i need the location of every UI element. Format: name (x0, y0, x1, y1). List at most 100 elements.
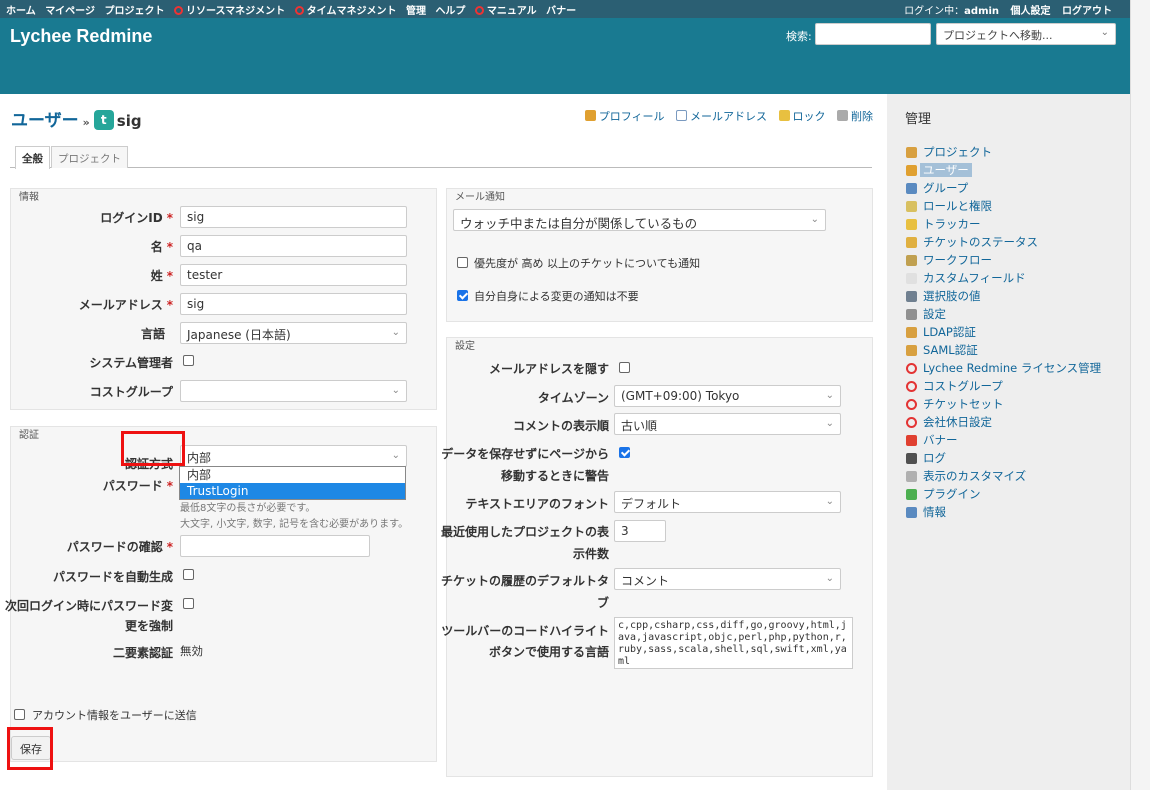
saml-icon (906, 345, 917, 356)
sidebar-item-holidays[interactable]: 会社休日設定 (905, 413, 1112, 431)
hide-mail-checkbox[interactable] (619, 362, 630, 373)
mail-notification-select[interactable]: ウォッチ中または自分が関係しているもの ⌄ (453, 209, 826, 231)
login-user[interactable]: admin (964, 6, 999, 17)
sidebar-item-log[interactable]: ログ (905, 449, 1112, 467)
info-icon (906, 507, 917, 518)
sidebar-item-saml[interactable]: SAML認証 (905, 341, 1112, 359)
chevron-down-icon: ⌄ (825, 418, 834, 429)
menu-manual[interactable]: マニュアル (474, 6, 537, 17)
timezone-select[interactable]: (GMT+09:00) Tokyo ⌄ (614, 385, 841, 407)
sidebar-item-issue-sets[interactable]: チケットセット (905, 395, 1112, 413)
admin-checkbox[interactable] (183, 355, 194, 366)
generate-password-label: パスワードを自動生成 (52, 570, 173, 584)
menu-admin[interactable]: 管理 (406, 6, 426, 17)
menu-my-page[interactable]: マイページ (45, 6, 95, 17)
auth-mode-select[interactable]: 内部 ⌄ (180, 445, 407, 467)
sidebar-item-users[interactable]: ユーザー (905, 161, 1112, 179)
high-priority-label: 優先度が 高め 以上のチケットについても通知 (474, 257, 701, 270)
menu-banner[interactable]: バナー (546, 6, 576, 17)
sidebar-item-groups[interactable]: グループ (905, 179, 1112, 197)
menu-time-management[interactable]: タイムマネジメント (294, 6, 396, 17)
sidebar-item-projects[interactable]: プロジェクト (905, 143, 1112, 161)
toolbar-languages-textarea[interactable]: c,cpp,csharp,css,diff,go,groovy,html,jav… (614, 617, 853, 669)
toolbar-languages-label: ツールバーのコードハイライト (441, 624, 609, 638)
app-title[interactable]: Lychee Redmine (10, 26, 152, 47)
login-input[interactable]: sig (180, 206, 407, 228)
force-change-checkbox[interactable] (183, 598, 194, 609)
top-menu-left: ホーム マイページ プロジェクト リソースマネジメント タイムマネジメント 管理… (6, 2, 582, 17)
menu-resource-management[interactable]: リソースマネジメント (173, 6, 285, 17)
history-tab-label-2: ブ (596, 596, 609, 610)
auth-option-trustlogin[interactable]: TrustLogin (180, 483, 405, 499)
avatar: t (93, 110, 114, 130)
sidebar-item-license[interactable]: Lychee Redmine ライセンス管理 (905, 359, 1112, 377)
lock-action[interactable]: ロック (778, 110, 826, 123)
cost-group-select[interactable]: ⌄ (180, 380, 407, 402)
sidebar-item-info[interactable]: 情報 (905, 503, 1112, 521)
history-tab-select[interactable]: コメント ⌄ (614, 568, 841, 590)
plugins-icon (906, 489, 917, 500)
search-input[interactable] (815, 23, 931, 45)
sidebar-item-label: 表示のカスタマイズ (923, 469, 1027, 483)
sidebar-item-label: 設定 (923, 307, 946, 321)
mail-fieldset: メール通知 ウォッチ中または自分が関係しているもの ⌄ 優先度が 高め 以上のチケ… (446, 188, 873, 322)
firstname-input[interactable]: qa (180, 235, 407, 257)
recent-projects-input[interactable]: 3 (614, 520, 666, 542)
warn-unsaved-checkbox[interactable] (619, 447, 630, 458)
custom-fields-icon (906, 273, 917, 284)
scrollbar[interactable] (1130, 0, 1150, 790)
chevron-down-icon: ⌄ (391, 450, 400, 461)
auth-option-internal[interactable]: 内部 (180, 467, 405, 483)
sidebar-item-banner[interactable]: バナー (905, 431, 1112, 449)
project-jump-select[interactable]: プロジェクトへ移動... ⌄ (936, 23, 1116, 45)
logout-link[interactable]: ログアウト (1062, 6, 1112, 17)
menu-projects[interactable]: プロジェクト (104, 6, 164, 17)
sidebar-item-trackers[interactable]: トラッカー (905, 215, 1112, 233)
mail-input[interactable]: sig (180, 293, 407, 315)
sidebar-item-label: プラグイン (923, 487, 981, 501)
sidebar: 管理 プロジェクト ユーザー グループ ロールと権限 トラッカー チケットのステータス ワー… (887, 94, 1130, 790)
sidebar-item-roles[interactable]: ロールと権限 (905, 197, 1112, 215)
comments-order-label: コメントの表示順 (512, 419, 609, 433)
comments-order-select[interactable]: 古い順 ⌄ (614, 413, 841, 435)
sidebar-item-cost-groups[interactable]: コストグループ (905, 377, 1112, 395)
sidebar-item-workflows[interactable]: ワークフロー (905, 251, 1112, 269)
tab-projects[interactable]: プロジェクト (51, 146, 128, 168)
prefs-legend: 設定 (455, 341, 475, 352)
sidebar-item-settings[interactable]: 設定 (905, 305, 1112, 323)
warn-unsaved-label-2: 移動するときに警告 (500, 469, 609, 483)
profile-action[interactable]: プロフィール (584, 110, 665, 123)
no-self-notified-checkbox[interactable] (457, 290, 468, 301)
mail-action[interactable]: メールアドレス (676, 110, 767, 123)
sidebar-item-customize[interactable]: 表示のカスタマイズ (905, 467, 1112, 485)
tab-general[interactable]: 全般 (15, 146, 50, 169)
lastname-input[interactable]: tester (180, 264, 407, 286)
users-link[interactable]: ユーザー (11, 111, 79, 131)
hide-mail-label: メールアドレスを隠す (488, 362, 609, 376)
auth-legend: 認証 (19, 430, 39, 441)
my-account-link[interactable]: 個人設定 (1011, 6, 1051, 17)
roles-icon (906, 201, 917, 212)
breadcrumb-separator: » (82, 116, 90, 129)
menu-help[interactable]: ヘルプ (435, 6, 465, 17)
textarea-font-select[interactable]: デフォルト ⌄ (614, 491, 841, 513)
chevron-down-icon: ⌄ (391, 327, 400, 338)
banner-icon (906, 435, 917, 446)
generate-password-checkbox[interactable] (183, 569, 194, 580)
high-priority-checkbox[interactable] (457, 257, 468, 268)
sidebar-item-custom-fields[interactable]: カスタムフィールド (905, 269, 1112, 287)
sidebar-item-issue-statuses[interactable]: チケットのステータス (905, 233, 1112, 251)
sidebar-item-enumerations[interactable]: 選択肢の値 (905, 287, 1112, 305)
language-select[interactable]: Japanese (日本語) ⌄ (180, 322, 407, 344)
sidebar-item-plugins[interactable]: プラグイン (905, 485, 1112, 503)
sidebar-item-label: ロールと権限 (923, 199, 992, 213)
password-confirm-input[interactable] (180, 535, 370, 557)
logged-as: ログイン中：admin (904, 6, 1000, 17)
highlight-auth-mode (121, 431, 185, 466)
sidebar-item-ldap[interactable]: LDAP認証 (905, 323, 1112, 341)
delete-action[interactable]: 削除 (837, 110, 873, 123)
menu-home[interactable]: ホーム (6, 6, 36, 17)
sidebar-item-label: グループ (923, 181, 969, 195)
send-info-checkbox[interactable] (14, 709, 25, 720)
lychee-icon (173, 6, 183, 15)
